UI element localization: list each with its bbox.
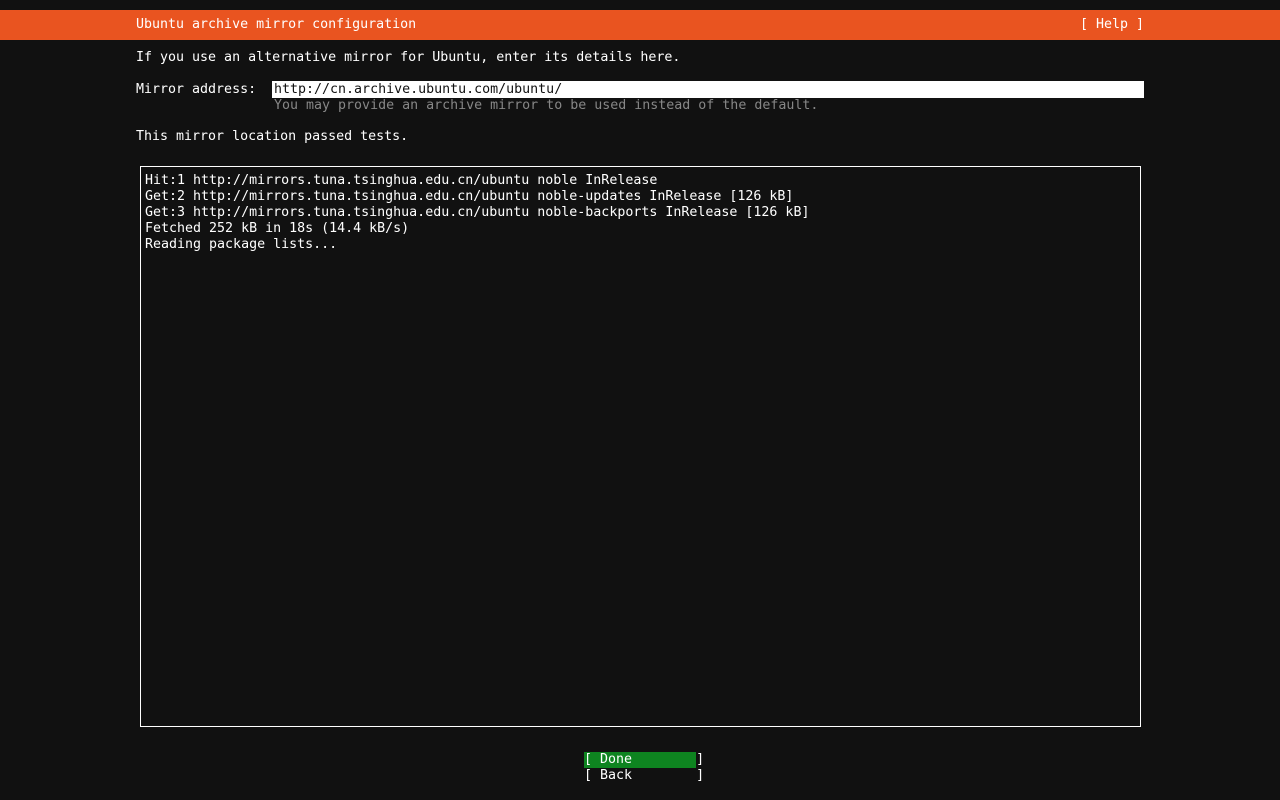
log-line: Hit:1 http://mirrors.tuna.tsinghua.edu.c… [145,173,1136,189]
done-button[interactable]: [ Done ] [584,752,696,768]
mirror-address-input[interactable] [272,81,1144,98]
mirror-help-text: You may provide an archive mirror to be … [274,98,818,114]
page-title: Ubuntu archive mirror configuration [136,17,416,33]
log-line: Get:2 http://mirrors.tuna.tsinghua.edu.c… [145,189,1136,205]
mirror-status-text: This mirror location passed tests. [136,129,408,145]
log-line: Reading package lists... [145,237,1136,253]
title-bar: Ubuntu archive mirror configuration [ He… [0,10,1280,40]
help-button[interactable]: [ Help ] [1080,17,1144,33]
log-line: Fetched 252 kB in 18s (14.4 kB/s) [145,221,1136,237]
mirror-test-log-box: Hit:1 http://mirrors.tuna.tsinghua.edu.c… [140,166,1141,727]
mirror-address-label: Mirror address: [136,82,256,98]
log-line: Get:3 http://mirrors.tuna.tsinghua.edu.c… [145,205,1136,221]
back-button[interactable]: [ Back ] [584,768,696,784]
intro-text: If you use an alternative mirror for Ubu… [136,50,680,66]
